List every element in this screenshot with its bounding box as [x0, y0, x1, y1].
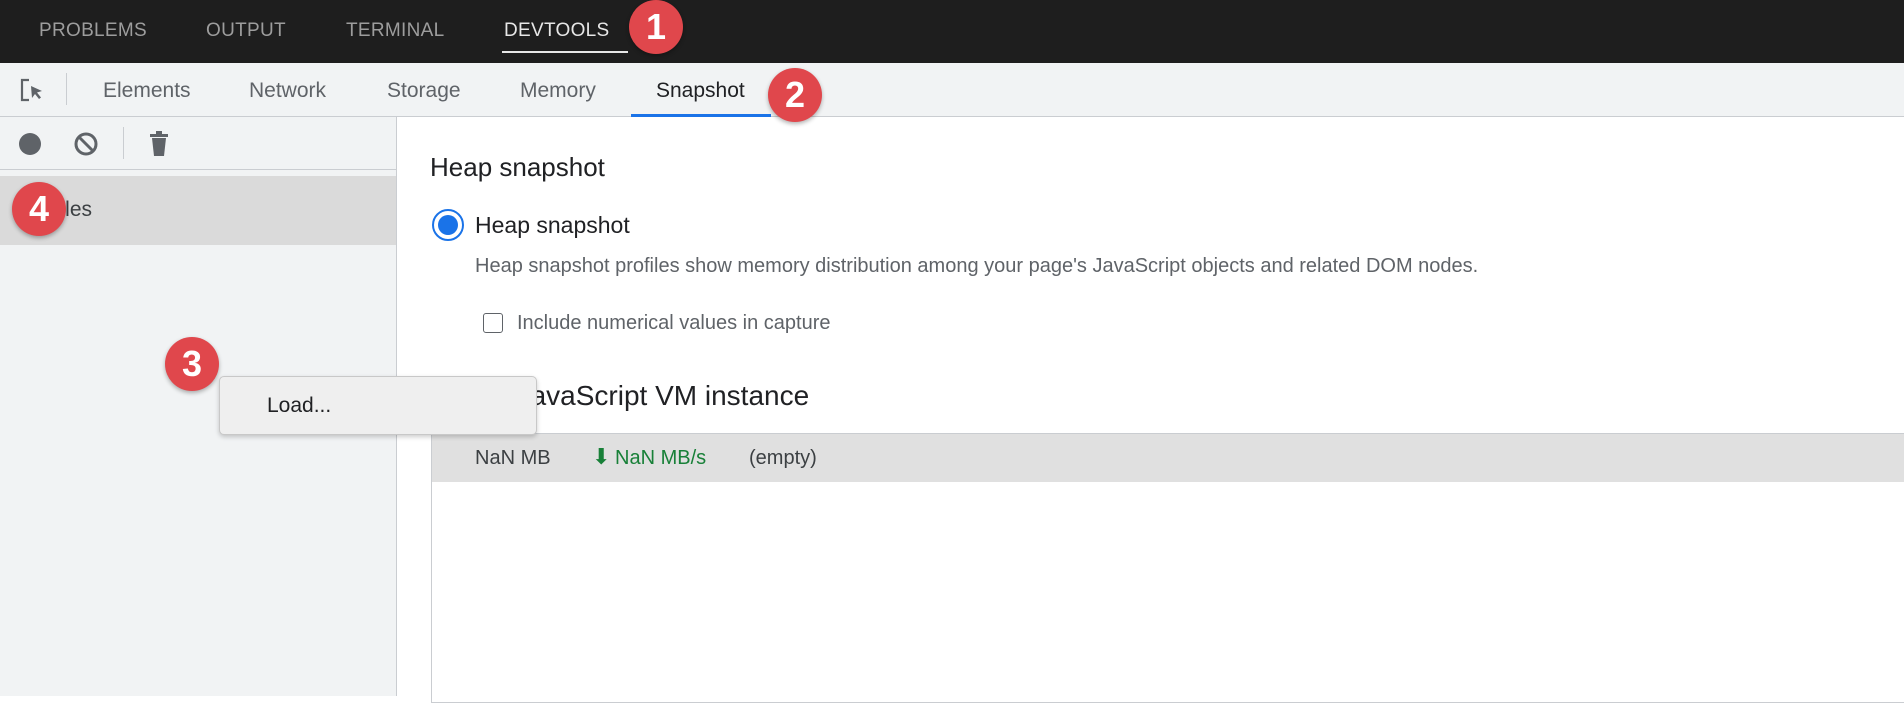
panel-tab-bar: PROBLEMS OUTPUT TERMINAL DEVTOOLS: [0, 0, 1904, 63]
vm-name: (empty): [749, 447, 817, 469]
annotation-badge-4: 4: [12, 182, 66, 236]
heap-size: NaN MB: [475, 447, 551, 469]
divider: [123, 127, 124, 159]
active-tab-indicator: [631, 114, 771, 117]
divider: [66, 73, 67, 105]
menu-item-load[interactable]: Load...: [267, 394, 331, 418]
tab-terminal[interactable]: TERMINAL: [346, 20, 444, 42]
arrow-down-icon: ⬇: [592, 444, 611, 469]
tab-elements[interactable]: Elements: [103, 79, 191, 103]
heap-snapshot-radio[interactable]: [431, 208, 465, 242]
trash-icon[interactable]: [148, 130, 170, 158]
sidebar-toolbar: [0, 117, 396, 170]
checkbox-label: Include numerical values in capture: [517, 312, 831, 334]
context-menu: Load...: [219, 376, 537, 435]
description: Heap snapshot profiles show memory distr…: [475, 255, 1479, 277]
tab-snapshot[interactable]: Snapshot: [656, 79, 745, 103]
tab-problems[interactable]: PROBLEMS: [39, 20, 147, 42]
tab-memory[interactable]: Memory: [520, 79, 596, 103]
clear-icon[interactable]: [73, 131, 99, 157]
heap-rate: NaN MB/s: [615, 447, 707, 469]
active-tab-indicator: [502, 51, 628, 53]
annotation-badge-3: 3: [165, 337, 219, 391]
numerical-values-checkbox[interactable]: [483, 313, 503, 333]
radio-label: Heap snapshot: [475, 212, 630, 238]
inspect-element-icon[interactable]: [18, 77, 46, 105]
tab-output[interactable]: OUTPUT: [206, 20, 286, 42]
record-icon[interactable]: [17, 131, 43, 157]
tab-network[interactable]: Network: [249, 79, 326, 103]
vm-instance-row[interactable]: NaN MB ⬇ NaN MB/s (empty): [432, 434, 1904, 482]
tab-devtools[interactable]: DEVTOOLS: [504, 20, 610, 42]
annotation-badge-1: 1: [629, 0, 683, 54]
section-title: Heap snapshot: [430, 152, 605, 182]
annotation-badge-2: 2: [768, 68, 822, 122]
devtools-tab-bar: Elements Network Storage Memory Snapshot: [0, 63, 1904, 117]
tab-storage[interactable]: Storage: [387, 79, 461, 103]
